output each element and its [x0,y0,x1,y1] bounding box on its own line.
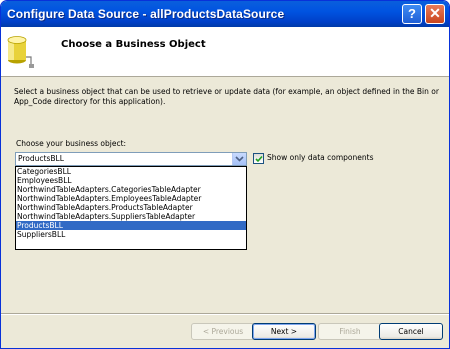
previous-button[interactable]: < Previous [191,323,255,340]
window-title: Configure Data Source - allProductsDataS… [7,7,285,21]
description-text: Select a business object that can be use… [14,87,439,106]
database-icon [7,36,34,68]
dropdown-option[interactable]: NorthwindTableAdapters.SuppliersTableAda… [16,212,246,221]
help-button[interactable]: ? [402,4,422,24]
footer-divider [1,313,449,315]
dropdown-option[interactable]: NorthwindTableAdapters.ProductsTableAdap… [16,203,246,212]
dropdown-option[interactable]: EmployeesBLL [16,176,246,185]
title-bar[interactable]: Configure Data Source - allProductsDataS… [1,1,449,27]
checkmark-icon [255,155,263,163]
business-object-label: Choose your business object: [16,139,127,148]
selected-business-object: ProductsBLL [18,154,64,163]
finish-button[interactable]: Finish [318,323,382,340]
dropdown-option[interactable]: SuppliersBLL [16,230,246,239]
chevron-down-icon [235,156,244,162]
business-object-select[interactable]: ProductsBLL [15,152,247,166]
page-title: Choose a Business Object [61,39,206,50]
next-button[interactable]: Next > [252,323,316,340]
business-object-dropdown-list[interactable]: CategoriesBLL EmployeesBLL NorthwindTabl… [15,166,247,250]
show-data-components-checkbox[interactable] [253,153,264,164]
configure-data-source-dialog: Configure Data Source - allProductsDataS… [0,0,450,349]
wizard-header: Choose a Business Object [1,27,449,77]
dropdown-option[interactable]: NorthwindTableAdapters.EmployeesTableAda… [16,194,246,203]
dropdown-option[interactable]: NorthwindTableAdapters.CategoriesTableAd… [16,185,246,194]
show-data-components-label[interactable]: Show only data components [267,153,373,162]
dropdown-arrow-button[interactable] [232,153,246,165]
close-button[interactable]: ✕ [425,4,445,24]
dropdown-option[interactable]: CategoriesBLL [16,167,246,176]
cancel-button[interactable]: Cancel [379,323,443,340]
dropdown-option[interactable]: ProductsBLL [16,221,246,230]
